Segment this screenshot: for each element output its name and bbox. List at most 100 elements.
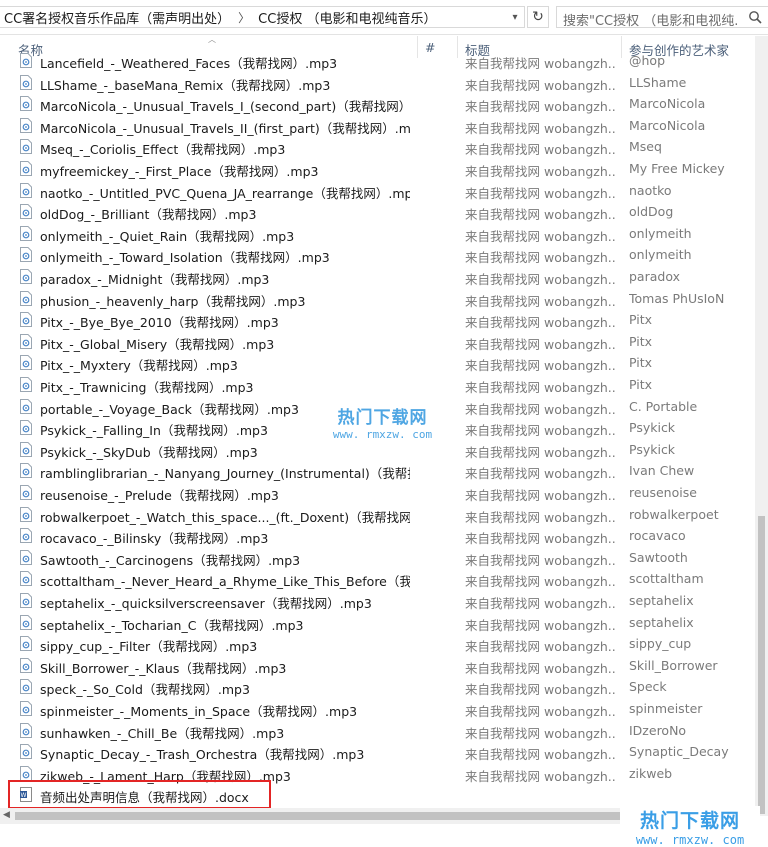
file-row[interactable]: MarcoNicola_-_Unusual_Travels_I_(second_… [0,93,755,115]
file-name[interactable]: MarcoNicola_-_Unusual_Travels_II_(first_… [40,118,410,137]
file-title: 来自我帮找网 wobangzh... [465,99,615,115]
file-row[interactable]: LLShame_-_baseMana_Remix（我帮找网）.mp3 来自我帮找网… [0,72,755,94]
file-row[interactable]: ramblinglibrarian_-_Nanyang_Journey_(Ins… [0,460,755,482]
file-name[interactable]: myfreemickey_-_First_Place（我帮找网）.mp3 [40,161,410,180]
search-box[interactable]: 搜索"CC授权 （电影和电视纯... [556,6,768,29]
file-name[interactable]: Lancefield_-_Weathered_Faces（我帮找网）.mp3 [40,53,410,72]
file-row[interactable]: oldDog_-_Brilliant（我帮找网）.mp3 来自我帮找网 woban… [0,201,755,223]
file-name[interactable]: oldDog_-_Brilliant（我帮找网）.mp3 [40,204,410,223]
file-name[interactable]: Pitx_-_Global_Misery（我帮找网）.mp3 [40,334,410,353]
file-name[interactable]: phusion_-_heavenly_harp（我帮找网）.mp3 [40,291,410,310]
audio-file-icon [20,614,32,630]
file-name[interactable]: Mseq_-_Coriolis_Effect（我帮找网）.mp3 [40,139,410,158]
audio-file-icon [20,96,32,112]
audio-file-icon [20,441,32,457]
file-row[interactable]: sippy_cup_-_Filter（我帮找网）.mp3 来自我帮找网 woban… [0,633,755,655]
vertical-scrollbar[interactable] [755,36,768,816]
file-row[interactable]: Pitx_-_Bye_Bye_2010（我帮找网）.mp3 来自我帮找网 woba… [0,309,755,331]
scroll-left-icon[interactable]: ◀ [3,810,10,820]
file-row[interactable]: septahelix_-_quicksilverscreensaver（我帮找网… [0,590,755,612]
file-row[interactable]: scottaltham_-_Never_Heard_a_Rhyme_Like_T… [0,568,755,590]
search-icon[interactable] [748,10,762,24]
file-row[interactable]: Mseq_-_Coriolis_Effect（我帮找网）.mp3 来自我帮找网 w… [0,136,755,158]
file-name[interactable]: septahelix_-_Tocharian_C（我帮找网）.mp3 [40,615,410,634]
file-name[interactable]: speck_-_So_Cold（我帮找网）.mp3 [40,679,410,698]
file-name[interactable]: naotko_-_Untitled_PVC_Quena_JA_rearrange… [40,183,410,202]
file-artist: rocavaco [629,528,686,544]
file-row[interactable]: Psykick_-_SkyDub（我帮找网）.mp3 来自我帮找网 wobangz… [0,439,755,461]
file-artist: MarcoNicola [629,96,706,112]
file-name[interactable]: Skill_Borrower_-_Klaus（我帮找网）.mp3 [40,658,410,677]
audio-file-icon [20,549,32,565]
file-row[interactable]: spinmeister_-_Moments_in_Space（我帮找网）.mp3… [0,698,755,720]
file-row[interactable]: MarcoNicola_-_Unusual_Travels_II_(first_… [0,115,755,137]
audio-file-icon [20,636,32,652]
file-row[interactable]: septahelix_-_Tocharian_C（我帮找网）.mp3 来自我帮找网… [0,612,755,634]
file-row[interactable]: onlymeith_-_Quiet_Rain（我帮找网）.mp3 来自我帮找网 w… [0,223,755,245]
file-title: 来自我帮找网 wobangzh... [465,120,615,136]
breadcrumb-item-library[interactable]: CC署名授权音乐作品库（需声明出处） [0,8,234,27]
chevron-down-icon[interactable]: ▾ [506,7,524,27]
file-name[interactable]: paradox_-_Midnight（我帮找网）.mp3 [40,269,410,288]
file-name[interactable]: ramblinglibrarian_-_Nanyang_Journey_(Ins… [40,463,410,482]
file-row[interactable]: Skill_Borrower_-_Klaus（我帮找网）.mp3 来自我帮找网 w… [0,655,755,677]
refresh-button[interactable]: ↻ [527,6,549,28]
file-row[interactable]: phusion_-_heavenly_harp（我帮找网）.mp3 来自我帮找网 … [0,288,755,310]
file-name[interactable]: septahelix_-_quicksilverscreensaver（我帮找网… [40,593,410,612]
file-name[interactable]: Sawtooth_-_Carcinogens（我帮找网）.mp3 [40,550,410,569]
watermark-center: 热门下载网 www. rmxzw. com [320,403,445,441]
audio-file-icon [20,74,32,90]
file-row[interactable]: Synaptic_Decay_-_Trash_Orchestra（我帮找网）.m… [0,741,755,763]
file-row[interactable]: onlymeith_-_Toward_Isolation（我帮找网）.mp3 来自… [0,244,755,266]
file-artist: Psykick [629,441,676,457]
file-name[interactable]: rocavaco_-_Bilinsky（我帮找网）.mp3 [40,528,410,547]
vertical-scrollbar-thumb[interactable] [758,516,765,814]
file-row[interactable]: Pitx_-_Global_Misery（我帮找网）.mp3 来自我帮找网 wob… [0,331,755,353]
file-title: 来自我帮找网 wobangzh... [465,639,615,655]
breadcrumb-separator-icon[interactable]: 〉 [234,9,254,26]
file-name[interactable]: Pitx_-_Myxtery（我帮找网）.mp3 [40,355,410,374]
file-name[interactable]: reusenoise_-_Prelude（我帮找网）.mp3 [40,485,410,504]
file-row[interactable]: Sawtooth_-_Carcinogens（我帮找网）.mp3 来自我帮找网 w… [0,547,755,569]
file-name[interactable]: onlymeith_-_Toward_Isolation（我帮找网）.mp3 [40,247,410,266]
audio-file-icon [20,182,32,198]
file-name[interactable]: Pitx_-_Trawnicing（我帮找网）.mp3 [40,377,410,396]
file-name[interactable]: Psykick_-_SkyDub（我帮找网）.mp3 [40,442,410,461]
file-row[interactable]: paradox_-_Midnight（我帮找网）.mp3 来自我帮找网 woban… [0,266,755,288]
search-input[interactable]: 搜索"CC授权 （电影和电视纯... [563,10,738,29]
file-name[interactable]: onlymeith_-_Quiet_Rain（我帮找网）.mp3 [40,226,410,245]
file-row[interactable]: Lancefield_-_Weathered_Faces（我帮找网）.mp3 来自… [0,50,755,72]
file-artist: reusenoise [629,485,697,500]
audio-file-icon [20,679,32,695]
breadcrumb-item-current-folder[interactable]: CC授权 （电影和电视纯音乐） [254,8,440,27]
file-row[interactable]: myfreemickey_-_First_Place（我帮找网）.mp3 来自我帮… [0,158,755,180]
file-name[interactable]: Synaptic_Decay_-_Trash_Orchestra（我帮找网）.m… [40,744,410,763]
watermark-title: 热门下载网 [337,408,428,428]
horizontal-scrollbar-thumb[interactable] [15,812,625,820]
file-row[interactable]: speck_-_So_Cold（我帮找网）.mp3 来自我帮找网 wobangzh… [0,676,755,698]
file-name[interactable]: robwalkerpoet_-_Watch_this_space..._(ft.… [40,507,410,526]
sort-ascending-icon: ︿ [208,35,216,44]
audio-file-icon [20,722,32,738]
file-row[interactable]: Pitx_-_Myxtery（我帮找网）.mp3 来自我帮找网 wobangzh.… [0,352,755,374]
file-artist: septahelix [629,593,694,608]
file-artist: robwalkerpoet [629,506,719,522]
file-row[interactable]: robwalkerpoet_-_Watch_this_space..._(ft.… [0,504,755,526]
audio-file-icon [20,161,32,176]
file-row[interactable]: sunhawken_-_Chill_Be（我帮找网）.mp3 来自我帮找网 wob… [0,720,755,742]
file-name[interactable]: spinmeister_-_Moments_in_Space（我帮找网）.mp3 [40,701,410,720]
audio-file-icon [20,485,32,500]
file-row[interactable]: naotko_-_Untitled_PVC_Quena_JA_rearrange… [0,180,755,202]
file-row[interactable]: Pitx_-_Trawnicing（我帮找网）.mp3 来自我帮找网 wobang… [0,374,755,396]
file-row[interactable]: reusenoise_-_Prelude（我帮找网）.mp3 来自我帮找网 wob… [0,482,755,504]
file-name[interactable]: Pitx_-_Bye_Bye_2010（我帮找网）.mp3 [40,312,410,331]
file-title: 来自我帮找网 wobangzh... [465,466,615,482]
file-row[interactable]: rocavaco_-_Bilinsky（我帮找网）.mp3 来自我帮找网 woba… [0,525,755,547]
file-name[interactable]: sippy_cup_-_Filter（我帮找网）.mp3 [40,636,410,655]
file-name[interactable]: LLShame_-_baseMana_Remix（我帮找网）.mp3 [40,75,410,94]
file-title: 来自我帮找网 wobangzh... [465,56,615,71]
file-artist: Synaptic_Decay [629,744,729,760]
file-name[interactable]: scottaltham_-_Never_Heard_a_Rhyme_Like_T… [40,571,410,590]
file-name[interactable]: sunhawken_-_Chill_Be（我帮找网）.mp3 [40,723,410,742]
file-name[interactable]: MarcoNicola_-_Unusual_Travels_I_(second_… [40,96,410,115]
